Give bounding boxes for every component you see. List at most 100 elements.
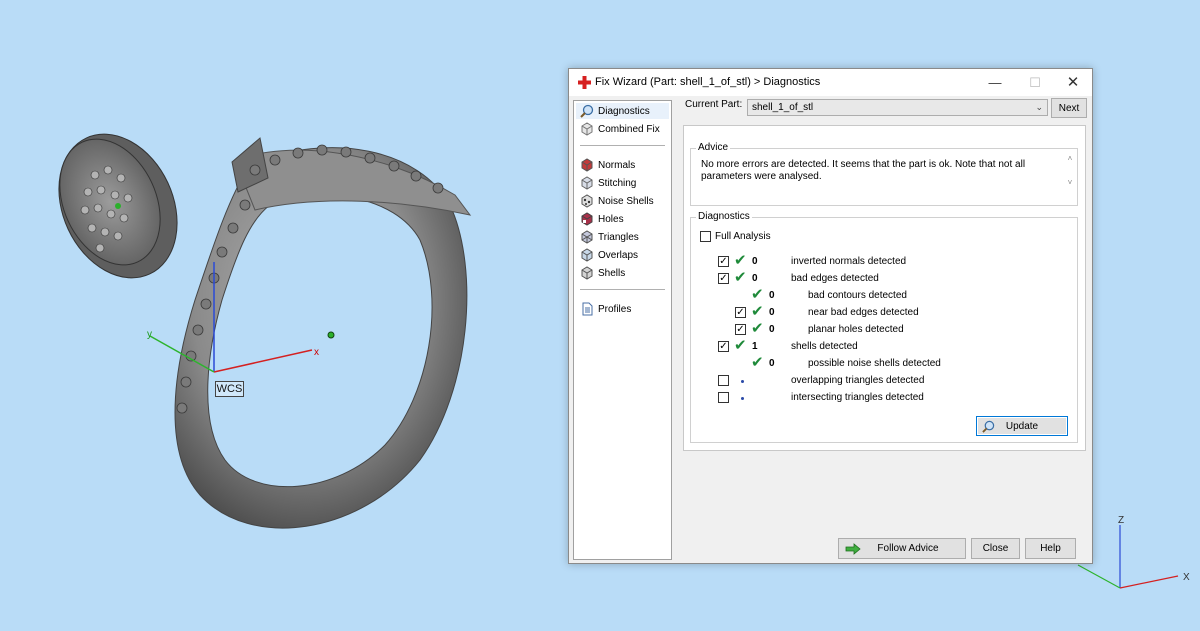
advice-scrollbar[interactable]: ˄ ˅ xyxy=(1065,153,1075,189)
row-checkbox[interactable]: ✓ xyxy=(718,256,729,267)
minimize-icon[interactable]: — xyxy=(977,69,1013,96)
maximize-icon[interactable]: ☐ xyxy=(1017,69,1053,96)
wizard-nav: Diagnostics Combined Fix Normals Stitchi… xyxy=(573,100,672,560)
row-label: shells detected xyxy=(791,341,858,352)
dialog-title: Fix Wizard (Part: shell_1_of_stl) > Diag… xyxy=(595,76,821,88)
current-part-select[interactable]: shell_1_of_stl ⌄ xyxy=(747,99,1048,116)
stitching-cube-icon xyxy=(581,176,593,190)
y-axis-label: y xyxy=(147,329,152,340)
nav-label: Noise Shells xyxy=(598,195,654,207)
advice-text: No more errors are detected. It seems th… xyxy=(701,159,1026,182)
nav-label: Combined Fix xyxy=(598,123,660,135)
row-count: 0 xyxy=(769,290,775,301)
check-ok-icon: ✔ xyxy=(734,269,747,286)
row-count: 0 xyxy=(752,273,758,284)
nav-item-profiles[interactable]: Profiles xyxy=(580,301,631,317)
next-button[interactable]: Next xyxy=(1051,98,1087,118)
nav-divider xyxy=(580,289,665,290)
check-ok-icon: ✔ xyxy=(751,354,764,371)
check-ok-icon: ✔ xyxy=(751,286,764,303)
corner-z-label: Z xyxy=(1118,515,1125,526)
help-button[interactable]: Help xyxy=(1025,538,1076,559)
nav-label: Holes xyxy=(598,213,624,225)
arrow-right-icon xyxy=(845,543,861,555)
row-label: inverted normals detected xyxy=(791,256,907,267)
nav-item-noise-shells[interactable]: Noise Shells xyxy=(580,193,654,209)
wcs-label: WCS xyxy=(215,381,244,397)
row-label: possible noise shells detected xyxy=(808,358,941,369)
diagnostics-panel: Advice No more errors are detected. It s… xyxy=(683,125,1086,451)
row-label: overlapping triangles detected xyxy=(791,375,925,386)
advice-group: Advice No more errors are detected. It s… xyxy=(690,142,1078,206)
nav-label: Triangles xyxy=(598,231,639,243)
nav-item-combined-fix[interactable]: Combined Fix xyxy=(580,121,660,137)
row-count: 1 xyxy=(752,341,758,352)
document-icon xyxy=(582,302,593,316)
row-label: bad contours detected xyxy=(808,290,907,301)
noise-shells-icon xyxy=(581,194,593,208)
diagnostics-title: Diagnostics xyxy=(696,211,752,222)
row-checkbox[interactable]: ✓ xyxy=(735,324,746,335)
nav-label: Profiles xyxy=(598,303,632,315)
magnifier-icon xyxy=(580,104,594,118)
fix-wizard-dialog: Fix Wizard (Part: shell_1_of_stl) > Diag… xyxy=(568,68,1093,564)
full-analysis-checkbox[interactable] xyxy=(700,231,711,242)
nav-label: Diagnostics xyxy=(598,105,650,117)
x-axis-line xyxy=(213,349,313,373)
close-window-icon[interactable]: ✕ xyxy=(1055,69,1091,96)
status-unknown-icon xyxy=(741,380,744,383)
nav-item-triangles[interactable]: Triangles xyxy=(580,229,639,245)
magnifier-icon xyxy=(982,420,995,433)
nav-divider xyxy=(580,145,665,146)
row-checkbox[interactable] xyxy=(718,392,729,403)
normals-cube-icon xyxy=(581,158,593,172)
check-ok-icon: ✔ xyxy=(734,252,747,269)
row-checkbox[interactable]: ✓ xyxy=(718,273,729,284)
row-label: planar holes detected xyxy=(808,324,904,335)
row-count: 0 xyxy=(769,358,775,369)
advice-title: Advice xyxy=(696,142,731,153)
update-button[interactable]: Update xyxy=(976,416,1068,436)
row-count: 0 xyxy=(769,307,775,318)
follow-advice-button[interactable]: Follow Advice xyxy=(838,538,966,559)
nav-item-diagnostics[interactable]: Diagnostics xyxy=(576,103,669,119)
nav-item-overlaps[interactable]: Overlaps xyxy=(580,247,638,263)
nav-label: Shells xyxy=(598,267,626,279)
triangles-cube-icon xyxy=(581,230,593,244)
diagnostics-group: Diagnostics Full Analysis ✓ ✔ 0 inverted… xyxy=(690,211,1078,443)
corner-x-label: X xyxy=(1183,572,1190,583)
nav-label: Stitching xyxy=(598,177,637,189)
title-bar[interactable]: Fix Wizard (Part: shell_1_of_stl) > Diag… xyxy=(569,69,1092,96)
holes-cube-icon xyxy=(581,212,593,226)
row-checkbox[interactable]: ✓ xyxy=(718,341,729,352)
shells-cube-icon xyxy=(581,266,593,280)
current-part-label: Current Part: xyxy=(685,99,743,110)
nav-item-normals[interactable]: Normals xyxy=(580,157,635,173)
nav-label: Normals xyxy=(598,159,636,171)
x-axis-label: x xyxy=(314,347,319,358)
row-label: intersecting triangles detected xyxy=(791,392,924,403)
row-count: 0 xyxy=(769,324,775,335)
check-ok-icon: ✔ xyxy=(751,320,764,337)
cube-icon xyxy=(581,122,593,136)
nav-item-shells[interactable]: Shells xyxy=(580,265,625,281)
row-label: bad edges detected xyxy=(791,273,879,284)
row-checkbox[interactable] xyxy=(718,375,729,386)
update-label: Update xyxy=(1005,421,1039,432)
row-checkbox[interactable]: ✓ xyxy=(735,307,746,318)
current-part-value: shell_1_of_stl xyxy=(752,102,814,113)
check-ok-icon: ✔ xyxy=(751,303,764,320)
red-cross-icon xyxy=(578,76,591,89)
nav-item-holes[interactable]: Holes xyxy=(580,211,624,227)
follow-advice-label: Follow Advice xyxy=(877,543,939,554)
status-unknown-icon xyxy=(741,397,744,400)
full-analysis-label: Full Analysis xyxy=(715,231,771,242)
row-count: 0 xyxy=(752,256,758,267)
chevron-down-icon: ⌄ xyxy=(1035,102,1043,112)
nav-item-stitching[interactable]: Stitching xyxy=(580,175,636,191)
check-ok-icon: ✔ xyxy=(734,337,747,354)
nav-label: Overlaps xyxy=(598,249,639,261)
row-label: near bad edges detected xyxy=(808,307,919,318)
overlaps-cube-icon xyxy=(581,248,593,262)
close-button[interactable]: Close xyxy=(971,538,1020,559)
